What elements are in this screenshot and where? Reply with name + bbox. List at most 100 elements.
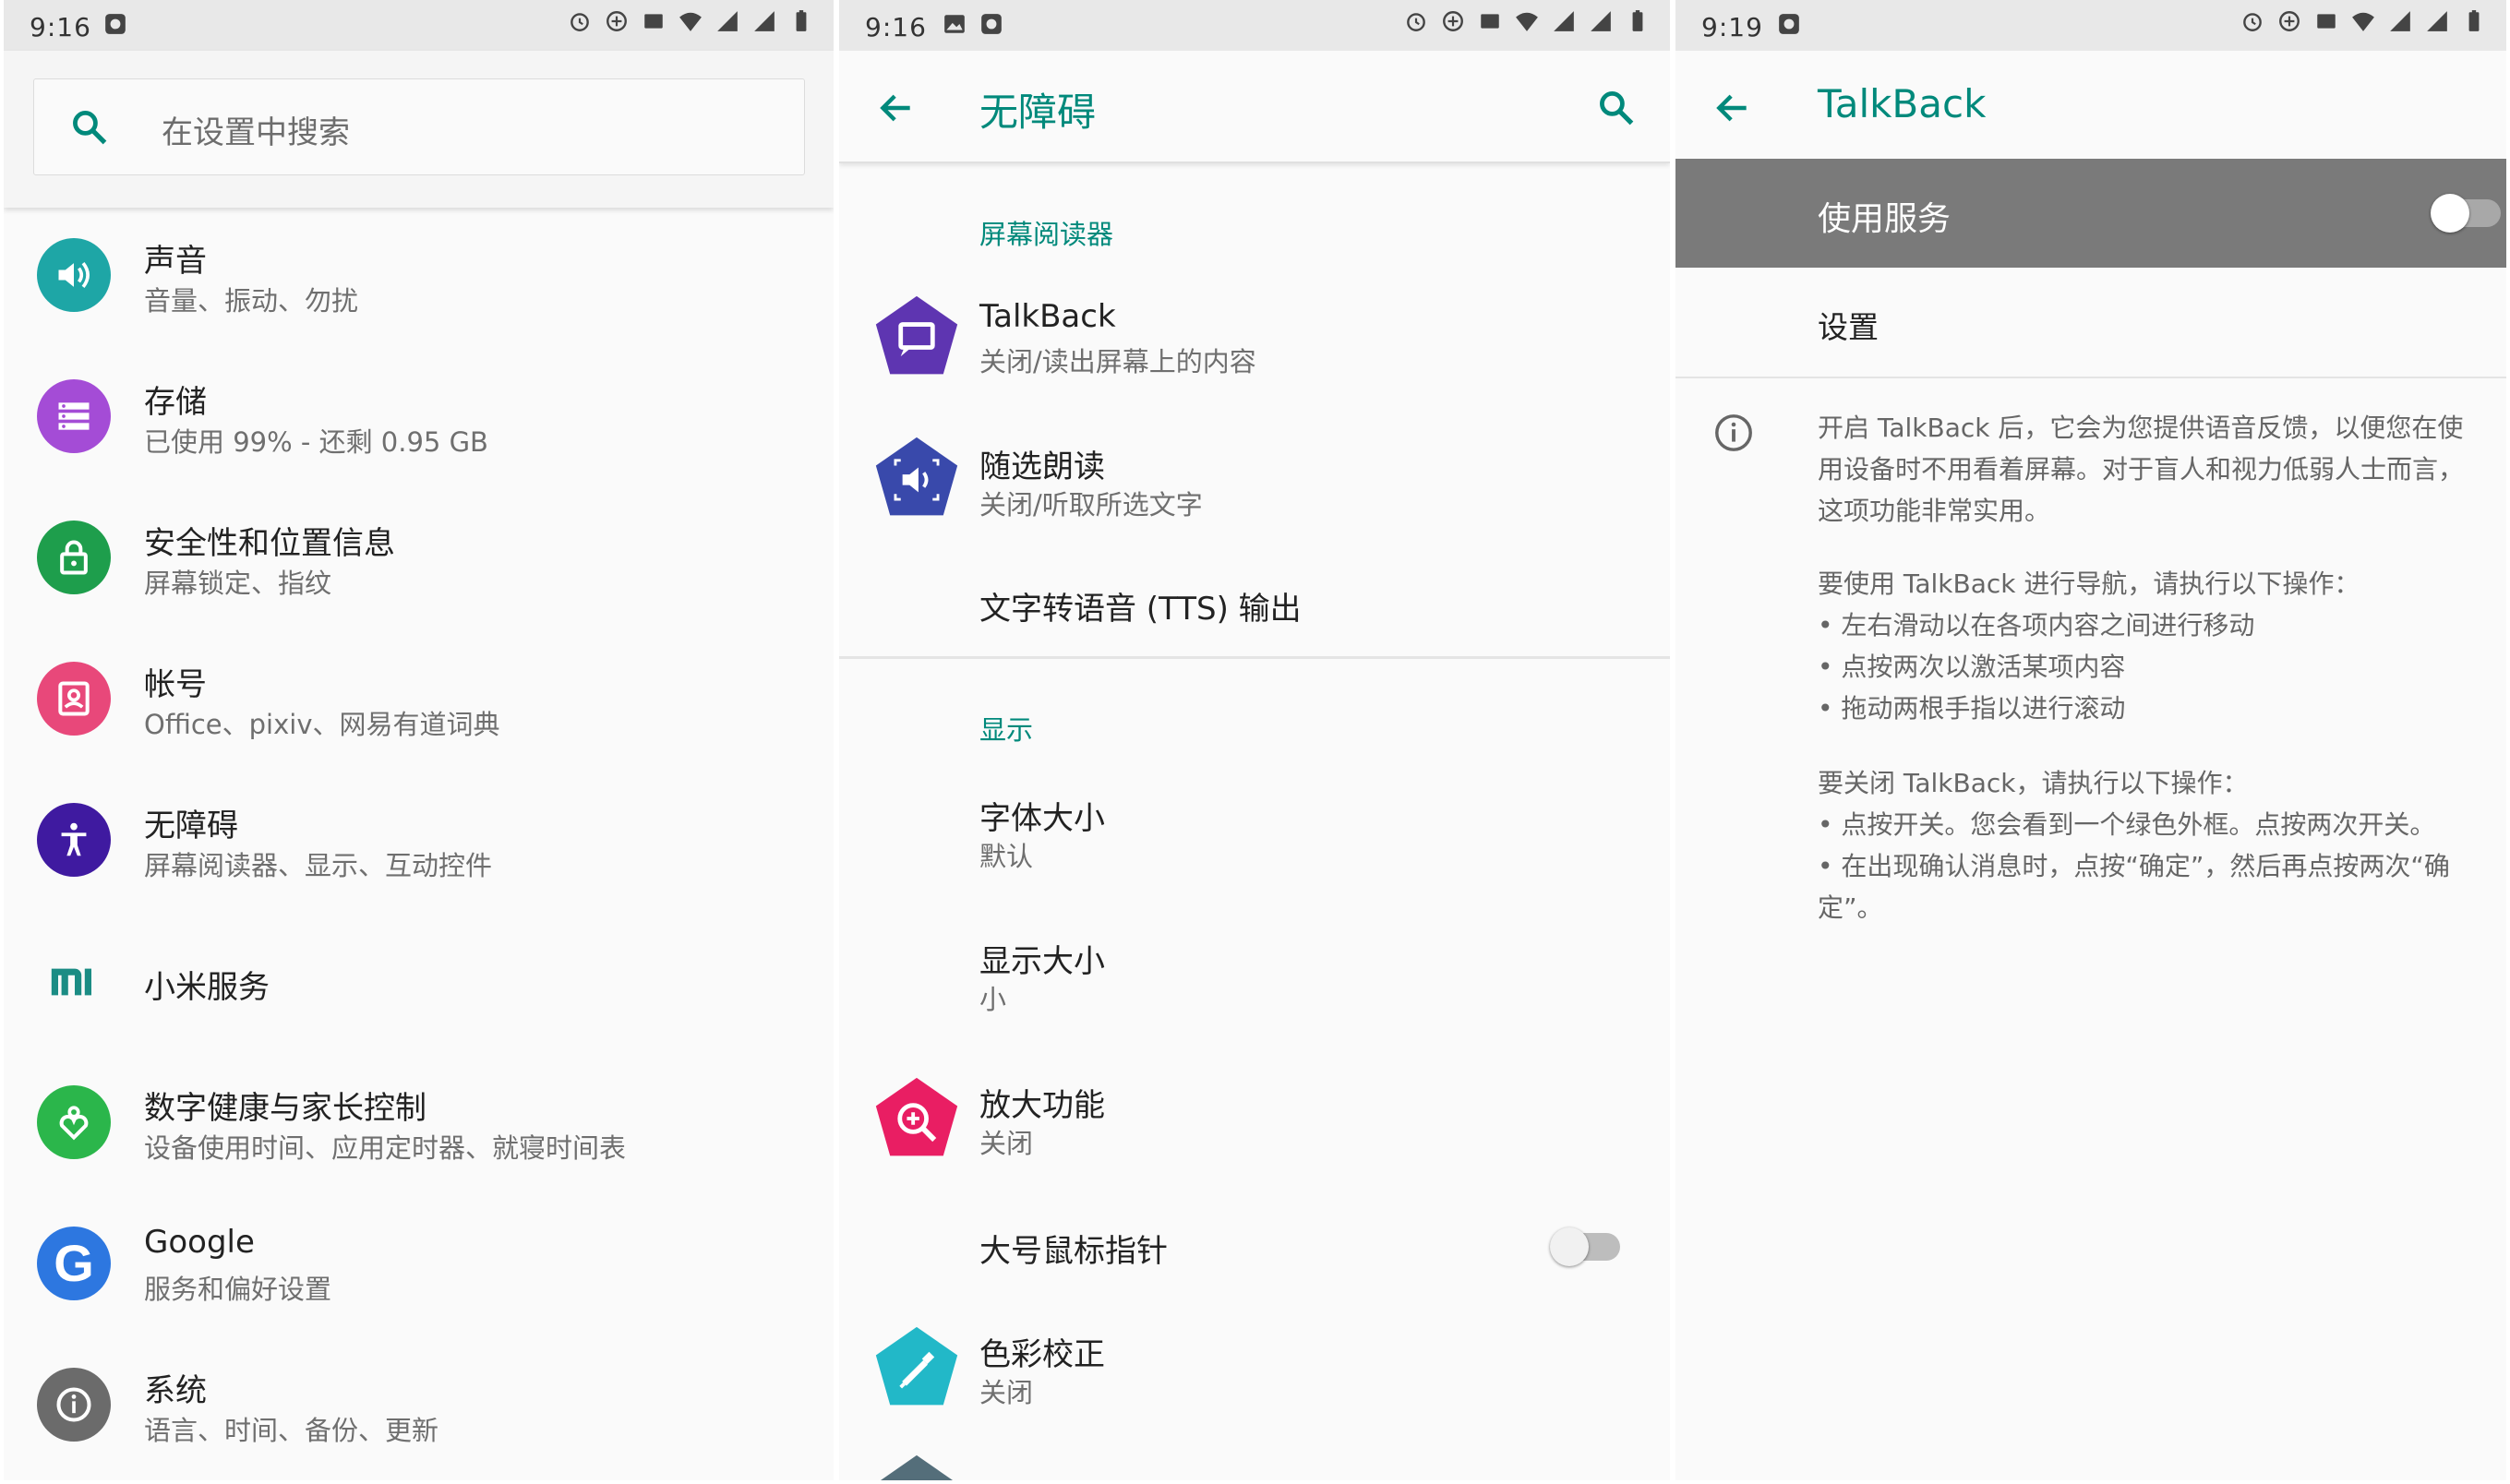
list-item-talkback[interactable]: TalkBack 关闭/读出屏幕上的内容: [839, 281, 1670, 420]
nav-instructions: 要使用 TalkBack 进行导航，请执行以下操作： • 左右滑动以在各项内容之…: [1818, 563, 2482, 729]
settings-item-subtitle: 已使用 99% - 还剩 0.95 GB: [144, 426, 488, 458]
notification-icon: [1779, 14, 1799, 34]
info-icon: [37, 1368, 111, 1442]
alarm-icon: [2243, 13, 2262, 31]
settings-item-security[interactable]: 安全性和位置信息 屏幕锁定、指纹: [4, 490, 834, 628]
lock-icon: [37, 521, 111, 594]
divider: [1675, 377, 2506, 378]
list-item-subtitle: 关闭/读出屏幕上的内容: [979, 346, 1256, 377]
wifi-icon: [2352, 12, 2374, 31]
settings-panel: 9:16 在设置中搜索 声音 音量、振动、勿扰 存储 已使用 99% - 还剩 …: [4, 0, 834, 1480]
list-item-large-pointer[interactable]: 大号鼠标指针: [839, 1209, 1670, 1283]
search-input[interactable]: 在设置中搜索: [33, 78, 805, 175]
status-bar: 9:16: [839, 0, 1670, 51]
settings-item-title: 小米服务: [144, 969, 270, 1006]
list-item-subtitle: 关闭: [979, 1128, 1034, 1159]
list-item-display-size[interactable]: 显示大小 小: [839, 923, 1670, 1043]
mi-icon: [50, 965, 100, 1002]
divider: [839, 656, 1670, 659]
data-saver-icon: [1443, 11, 1463, 31]
search-placeholder: 在设置中搜索: [162, 114, 350, 151]
list-item-select-to-speak[interactable]: 随选朗读 关闭/听取所选文字: [839, 423, 1670, 561]
data-saver-icon: [2279, 11, 2300, 31]
list-item-magnification[interactable]: 放大功能 关闭: [839, 1061, 1670, 1200]
page-title: TalkBack: [1818, 81, 1987, 126]
use-service-label: 使用服务: [1818, 200, 1952, 238]
list-item-subtitle: 关闭: [979, 1377, 1034, 1408]
settings-item-subtitle: 服务和偏好设置: [144, 1274, 332, 1305]
magnification-icon: [875, 1077, 958, 1156]
use-service-toggle[interactable]: [2431, 192, 2504, 234]
settings-link[interactable]: 设置: [1675, 268, 2506, 377]
section-header-display: 显示: [979, 714, 1034, 746]
app-bar: 无障碍: [839, 51, 1670, 163]
status-time: 9:19: [1701, 12, 1763, 42]
status-bar: 9:16: [4, 0, 834, 51]
search-icon[interactable]: [1596, 88, 1637, 128]
battery-icon: [2468, 10, 2480, 31]
notification-icon: [105, 14, 126, 34]
signal-2-icon: [1591, 11, 1611, 31]
signal-icon: [2390, 11, 2410, 31]
settings-item-title: 声音: [144, 243, 207, 280]
account-icon: [37, 662, 111, 736]
alarm-icon: [1407, 13, 1425, 31]
settings-item-sound[interactable]: 声音 音量、振动、勿扰: [4, 208, 834, 346]
settings-item-accounts[interactable]: 帐号 Office、pixiv、网易有道词典: [4, 631, 834, 770]
settings-item-title: 帐号: [144, 666, 207, 703]
use-service-bar[interactable]: 使用服务: [1675, 159, 2506, 268]
accessibility-icon: [37, 803, 111, 877]
settings-item-system[interactable]: 系统 语言、时间、备份、更新: [4, 1337, 834, 1476]
list-item-title: 色彩校正: [979, 1336, 1105, 1373]
image-icon: [944, 15, 965, 33]
settings-item-title: 数字健康与家长控制: [144, 1090, 426, 1127]
signal-icon: [1554, 11, 1574, 31]
list-item-title: 显示大小: [979, 943, 1105, 980]
back-arrow-icon[interactable]: [1712, 88, 1753, 128]
cast-icon: [2317, 14, 2336, 29]
description-intro: 开启 TalkBack 后，它会为您提供语音反馈，以便您在使用设备时不用看着屏幕…: [1818, 413, 2465, 526]
list-item-title: 放大功能: [979, 1087, 1105, 1124]
settings-item-title: 存储: [144, 384, 207, 421]
volume-icon: [37, 238, 111, 312]
cast-icon: [644, 14, 663, 29]
settings-item-subtitle: Office、pixiv、网易有道词典: [144, 709, 500, 740]
page-title: 无障碍: [979, 90, 1097, 135]
settings-item-accessibility[interactable]: 无障碍 屏幕阅读器、显示、互动控件: [4, 772, 834, 911]
list-item-title: 大号鼠标指针: [979, 1233, 1168, 1270]
status-bar: 9:19: [1675, 0, 2506, 51]
battery-icon: [1632, 10, 1643, 31]
settings-item-wellbeing[interactable]: 数字健康与家长控制 设备使用时间、应用定时器、就寝时间表: [4, 1055, 834, 1193]
list-item-font-size[interactable]: 字体大小 默认: [839, 780, 1670, 900]
list-item-title: 字体大小: [979, 800, 1105, 837]
settings-item-subtitle: 屏幕锁定、指纹: [144, 568, 332, 599]
notification-icon: [981, 14, 1002, 34]
settings-item-mi[interactable]: 小米服务: [4, 914, 834, 1052]
large-pointer-toggle[interactable]: [1550, 1226, 1624, 1268]
list-item-subtitle: 小: [979, 984, 1007, 1015]
data-saver-icon: [606, 11, 627, 31]
alarm-icon: [570, 13, 589, 31]
info-icon: [1715, 414, 1752, 451]
list-item-title: 文字转语音 (TTS) 输出: [979, 591, 1302, 628]
settings-item-subtitle: 屏幕阅读器、显示、互动控件: [144, 850, 493, 881]
talkback-icon: [875, 295, 958, 375]
list-item-subtitle: 关闭/听取所选文字: [979, 489, 1203, 521]
color-correction-icon: [875, 1326, 958, 1406]
back-arrow-icon[interactable]: [876, 88, 917, 128]
cast-icon: [1481, 14, 1499, 29]
partial-list-icon: [880, 1454, 954, 1480]
signal-icon: [717, 11, 738, 31]
signal-2-icon: [754, 11, 775, 31]
google-icon: G: [37, 1227, 111, 1300]
nav-item: • 拖动两根手指以进行滚动: [1818, 693, 2126, 724]
list-item-color-correction[interactable]: 色彩校正 关闭: [839, 1310, 1670, 1449]
settings-item-title: 系统: [144, 1372, 207, 1409]
settings-item-google[interactable]: G Google 服务和偏好设置: [4, 1196, 834, 1334]
settings-item-subtitle: 音量、振动、勿扰: [144, 285, 359, 317]
status-time: 9:16: [865, 12, 927, 42]
list-item-tts-output[interactable]: 文字转语音 (TTS) 输出: [839, 572, 1670, 646]
signal-2-icon: [2427, 11, 2447, 31]
settings-item-storage[interactable]: 存储 已使用 99% - 还剩 0.95 GB: [4, 349, 834, 487]
off-instructions: 要关闭 TalkBack，请执行以下操作： • 点按开关。您会看到一个绿色外框。…: [1818, 762, 2482, 928]
